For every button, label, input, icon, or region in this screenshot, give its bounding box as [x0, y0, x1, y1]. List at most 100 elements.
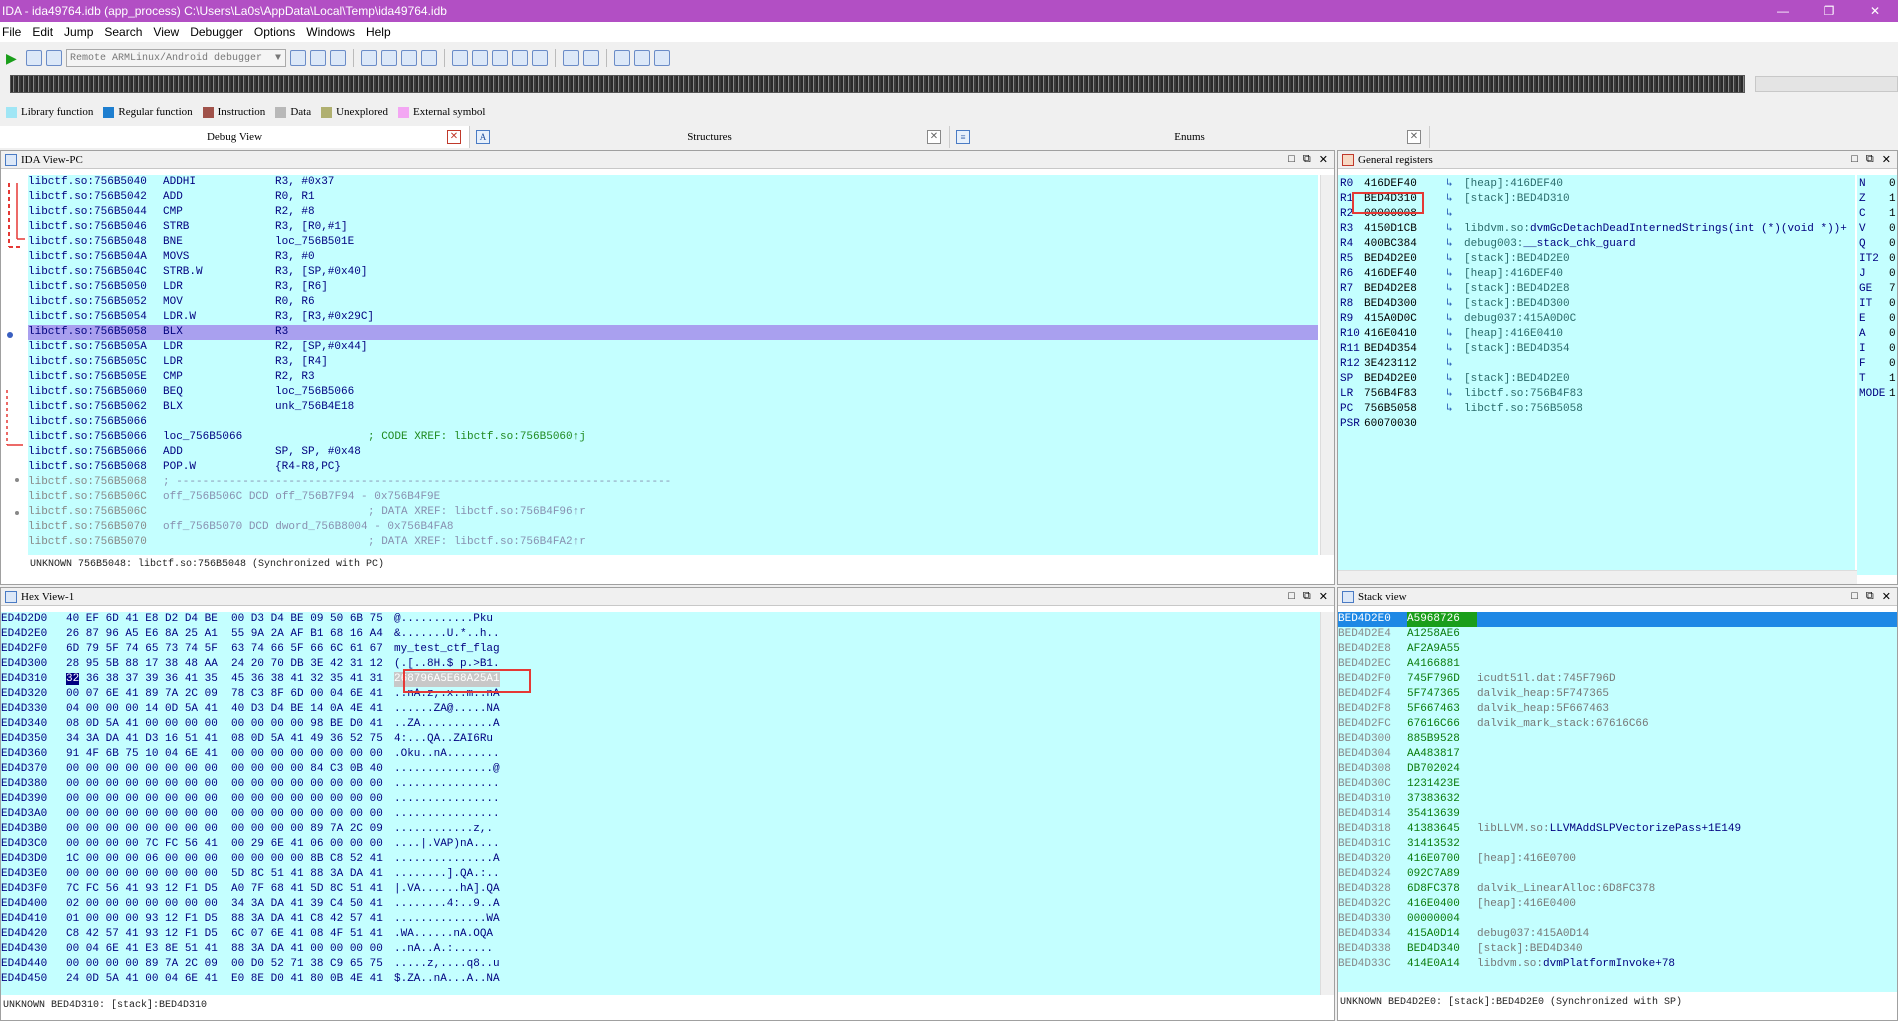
step-into-icon[interactable] [361, 50, 377, 66]
modules-icon[interactable] [583, 50, 599, 66]
run-to-cursor-icon[interactable] [401, 50, 417, 66]
code-line[interactable]: libctf.so:756B5046 STRB R3, [R0,#1] [28, 220, 1318, 235]
jump-arrow-icon[interactable]: ↳ [1446, 282, 1464, 297]
hex-row[interactable]: ED4D400 02 00 00 00 00 00 00 00 34 3A DA 4… [1, 897, 1320, 912]
stack-value[interactable]: 67616C66 [1407, 717, 1477, 732]
code-line[interactable]: libctf.so:756B505C LDR R3, [R4] [28, 355, 1318, 370]
stack-value[interactable]: 41383645 [1407, 822, 1477, 837]
jump-arrow-icon[interactable]: ↳ [1446, 342, 1464, 357]
stack-value[interactable]: A1258AE6 [1407, 627, 1477, 642]
tab-debug-view[interactable]: Debug View ✕ [0, 126, 470, 148]
menu-debugger[interactable]: Debugger [188, 25, 252, 39]
horizontal-scrollbar[interactable] [1338, 570, 1857, 584]
hex-row[interactable]: ED4D370 00 00 00 00 00 00 00 00 00 00 00 0… [1, 762, 1320, 777]
maximize-icon[interactable]: □ [1851, 153, 1858, 166]
stack-value[interactable]: 35413639 [1407, 807, 1477, 822]
code-line[interactable]: libctf.so:756B5066 ADD SP, SP, #0x48 [28, 445, 1318, 460]
register-row[interactable]: R11 BED4D354 ↳ [stack]:BED4D354 [1340, 342, 1855, 357]
flag-row[interactable]: Q0 [1859, 237, 1897, 252]
register-value[interactable]: BED4D300 [1364, 297, 1446, 312]
code-line[interactable]: libctf.so:756B5040 ADDHI R3, #0x37 [28, 175, 1318, 190]
step-over-icon[interactable] [381, 50, 397, 66]
register-row[interactable]: LR 756B4F83 ↳ libctf.so:756B4F83 [1340, 387, 1855, 402]
jump-arrow-icon[interactable]: ↳ [1446, 207, 1464, 222]
register-value[interactable]: BED4D354 [1364, 342, 1446, 357]
stack-row[interactable]: BED4D304 AA483817 [1338, 747, 1897, 762]
debugger-select[interactable]: Remote ARMLinux/Android debugger ▼ [66, 49, 286, 67]
menu-view[interactable]: View [151, 25, 188, 39]
close-icon[interactable]: ✕ [1852, 4, 1898, 18]
stack-value[interactable]: 092C7A89 [1407, 867, 1477, 882]
register-value[interactable]: 416E0410 [1364, 327, 1446, 342]
stack-value[interactable]: 416E0700 [1407, 852, 1477, 867]
register-value[interactable]: BED4D2E8 [1364, 282, 1446, 297]
register-list[interactable]: R0 416DEF40 ↳ [heap]:416DEF40 R1 BED4D310 ↳ [st… [1338, 175, 1855, 575]
hex-cursor-byte[interactable]: 32 [66, 673, 80, 685]
code-line[interactable]: libctf.so:756B5062 BLX unk_756B4E18 [28, 400, 1318, 415]
hex-row[interactable]: ED4D350 34 3A DA 41 D3 16 51 41 08 0D 5A 4… [1, 732, 1320, 747]
register-row[interactable]: SP BED4D2E0 ↳ [stack]:BED4D2E0 [1340, 372, 1855, 387]
attach-icon[interactable] [290, 50, 306, 66]
register-row[interactable]: R3 4150D1CB ↳ libdvm.so:dvmGcDetachDeadInte… [1340, 222, 1855, 237]
stack-row[interactable]: BED4D2E4 A1258AE6 [1338, 627, 1897, 642]
stack-row[interactable]: BED4D328 6D8FC378 dalvik_LinearAlloc:6D8FC… [1338, 882, 1897, 897]
play-icon[interactable]: ▶ [6, 50, 22, 66]
stack-row[interactable]: BED4D310 37383632 [1338, 792, 1897, 807]
stack-value[interactable]: 00000004 [1407, 912, 1477, 927]
register-value[interactable]: 416DEF40 [1364, 177, 1446, 192]
stack-value[interactable]: 885B9528 [1407, 732, 1477, 747]
register-row[interactable]: R7 BED4D2E8 ↳ [stack]:BED4D2E8 [1340, 282, 1855, 297]
jump-arrow-icon[interactable]: ↳ [1446, 357, 1464, 372]
register-row[interactable]: R9 415A0D0C ↳ debug037:415A0D0C [1340, 312, 1855, 327]
stack-row[interactable]: BED4D2E8 AF2A9A55 [1338, 642, 1897, 657]
flag-row[interactable]: GE 7 [1859, 282, 1897, 297]
code-line[interactable]: libctf.so:756B5068 ; --------------------… [28, 475, 1318, 490]
menu-edit[interactable]: Edit [30, 25, 62, 39]
stack-value[interactable]: 1231423E [1407, 777, 1477, 792]
hex-dump[interactable]: ED4D2D0 40 EF 6D 41 E8 D2 D4 BE 00 D3 D4 B… [1, 612, 1320, 995]
code-line[interactable]: libctf.so:756B5068 POP.W {R4-R8,PC} [28, 460, 1318, 475]
flag-row[interactable]: A0 [1859, 327, 1897, 342]
breakpoint-icon[interactable] [452, 50, 468, 66]
stack-row[interactable]: BED4D2FC 67616C66 dalvik_mark_stack:67616C… [1338, 717, 1897, 732]
jump-arrow-icon[interactable]: ↳ [1446, 267, 1464, 282]
menu-help[interactable]: Help [364, 25, 400, 39]
vertical-scrollbar[interactable] [1320, 612, 1334, 995]
jump-arrow-icon[interactable]: ↳ [1446, 387, 1464, 402]
stack-value[interactable]: 415A0D14 [1407, 927, 1477, 942]
vertical-scrollbar[interactable] [1320, 175, 1334, 555]
close-icon[interactable]: ✕ [1882, 153, 1891, 166]
flag-row[interactable]: J0 [1859, 267, 1897, 282]
register-row[interactable]: R8 BED4D300 ↳ [stack]:BED4D300 [1340, 297, 1855, 312]
close-icon[interactable]: ✕ [1882, 590, 1891, 603]
maximize-icon[interactable]: □ [1851, 590, 1858, 603]
stack-listing[interactable]: BED4D2E0 A5968726 BED4D2E4 A1258AE6 BED4D2E8… [1338, 612, 1897, 992]
register-value[interactable]: 756B5058 [1364, 402, 1446, 417]
flag-row[interactable]: MODE 1 [1859, 387, 1897, 402]
hex-row[interactable]: ED4D3F0 7C FC 56 41 93 12 F1 D5 A0 7F 68 4… [1, 882, 1320, 897]
minimize-icon[interactable]: — [1760, 4, 1806, 18]
code-line[interactable]: libctf.so:756B504A MOVS R3, #0 [28, 250, 1318, 265]
stack-row[interactable]: BED4D330 00000004 [1338, 912, 1897, 927]
stack-row[interactable]: BED4D318 41383645 libLLVM.so:LLVMAddSLPVec… [1338, 822, 1897, 837]
stack-value[interactable]: A5968726 [1407, 612, 1477, 627]
float-icon[interactable]: ⧉ [1303, 590, 1311, 603]
function-trace-icon[interactable] [512, 50, 528, 66]
stack-value[interactable]: 416E0400 [1407, 897, 1477, 912]
hex-row[interactable]: ED4D320 00 07 6E 41 89 7A 2C 09 78 C3 8F 6… [1, 687, 1320, 702]
flag-row[interactable]: I0 [1859, 342, 1897, 357]
register-row[interactable]: R5 BED4D2E0 ↳ [stack]:BED4D2E0 [1340, 252, 1855, 267]
menu-jump[interactable]: Jump [62, 25, 102, 39]
instruction-trace-icon[interactable] [492, 50, 508, 66]
float-icon[interactable]: ⧉ [1866, 153, 1874, 166]
code-line[interactable]: libctf.so:756B5066 [28, 415, 1318, 430]
stack-row[interactable]: BED4D2F8 5F667463 dalvik_heap:5F667463 [1338, 702, 1897, 717]
hex-row[interactable]: ED4D380 00 00 00 00 00 00 00 00 00 00 00 0… [1, 777, 1320, 792]
code-line[interactable]: libctf.so:756B5066 loc_756B5066 ; CODE XRE… [28, 430, 1318, 445]
flag-list[interactable]: N 0 Z 1 C 1 V 0 Q 0 IT2 0 J 0 GE 7 IT 0 E 0 A 0 I 0 F 0 T 1 MODE 1 [1857, 175, 1897, 575]
hex-row[interactable]: ED4D3E0 00 00 00 00 00 00 00 00 5D 8C 51 4… [1, 867, 1320, 882]
code-line[interactable]: libctf.so:756B5054 LDR.W R3, [R3,#0x29C] [28, 310, 1318, 325]
register-value[interactable]: 3E423112 [1364, 357, 1446, 372]
menu-file[interactable]: File [0, 25, 30, 39]
stack-row[interactable]: BED4D2EC A4166881 [1338, 657, 1897, 672]
